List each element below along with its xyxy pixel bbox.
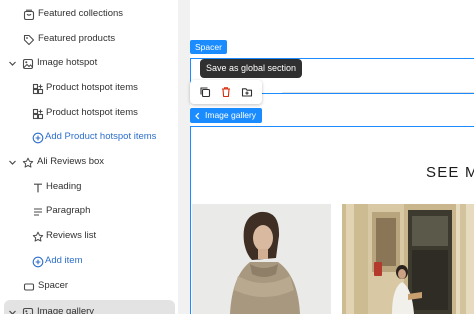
image-gallery-section-badge[interactable]: Image gallery (190, 108, 263, 123)
gallery-image-1[interactable] (192, 204, 331, 314)
delete-icon[interactable] (216, 82, 236, 102)
sidebar-item-label: Spacer (38, 280, 69, 291)
gallery-image-2[interactable] (342, 204, 474, 314)
sidebar-item-label: Product hotspot items (46, 107, 138, 118)
sidebar-item-product-hotspot-items[interactable]: Product hotspot items (4, 101, 175, 125)
blocks-icon (31, 107, 44, 120)
sidebar-item-label: Image hotspot (37, 57, 98, 68)
sidebar-item-image-gallery[interactable]: Image gallery (4, 300, 175, 314)
section-tree-sidebar: Featured collections Featured products I… (0, 0, 178, 314)
chevron-down-icon[interactable] (6, 306, 18, 314)
sidebar-item-label: Add item (45, 255, 83, 266)
star-icon (21, 156, 34, 169)
blocks-icon (31, 82, 44, 95)
spacer-section-badge[interactable]: Spacer (190, 40, 227, 54)
image-icon (21, 57, 34, 70)
add-circle-icon (31, 255, 44, 268)
chevron-down-icon[interactable] (6, 57, 18, 69)
text-icon (31, 181, 44, 194)
star-icon (31, 230, 44, 243)
sidebar-item-featured-products[interactable]: Featured products (4, 27, 175, 51)
sidebar-item-spacer[interactable]: Spacer (4, 274, 175, 298)
divider (282, 92, 474, 93)
sidebar-item-label: Paragraph (46, 205, 91, 216)
add-product-hotspot-items-button[interactable]: Add Product hotspot items (4, 125, 175, 149)
gallery-heading: SEE MO (426, 164, 474, 181)
sidebar-item-ali-reviews-box[interactable]: Ali Reviews box (4, 150, 175, 174)
gallery-badge-label: Image gallery (205, 110, 257, 120)
spacer-icon (22, 280, 35, 293)
chevron-down-icon[interactable] (6, 156, 18, 168)
sidebar-item-reviews-list[interactable]: Reviews list (4, 224, 175, 248)
chevron-left-icon (195, 112, 200, 119)
sidebar-item-product-hotspot-items[interactable]: Product hotspot items (4, 76, 175, 100)
sidebar-item-label: Product hotspot items (46, 82, 138, 93)
add-circle-icon (31, 131, 44, 144)
sidebar-item-paragraph[interactable]: Paragraph (4, 199, 175, 223)
sidebar-item-label: Featured collections (38, 8, 124, 19)
duplicate-icon[interactable] (195, 82, 215, 102)
sidebar-item-heading[interactable]: Heading (4, 175, 175, 199)
preview-canvas: Spacer Save as global section Image gall… (190, 0, 474, 314)
sidebar-item-label: Reviews list (46, 230, 97, 241)
sidebar-scroll-rail[interactable] (178, 0, 190, 314)
sidebar-item-label: Ali Reviews box (37, 156, 105, 167)
section-toolbar (190, 80, 262, 104)
sidebar-item-label: Add Product hotspot items (45, 131, 157, 142)
collection-icon (22, 8, 35, 21)
image-icon (21, 306, 34, 314)
sidebar-item-label: Image gallery (37, 306, 95, 314)
add-item-button[interactable]: Add item (4, 249, 175, 273)
sidebar-item-image-hotspot[interactable]: Image hotspot (4, 51, 175, 75)
paragraph-icon (31, 205, 44, 218)
sidebar-item-label: Heading (46, 181, 82, 192)
save-to-folder-icon[interactable] (237, 82, 257, 102)
sidebar-item-label: Featured products (38, 33, 116, 44)
save-as-global-tooltip: Save as global section (200, 59, 303, 78)
sidebar-item-featured-collections[interactable]: Featured collections (4, 2, 175, 26)
tag-icon (22, 33, 35, 46)
